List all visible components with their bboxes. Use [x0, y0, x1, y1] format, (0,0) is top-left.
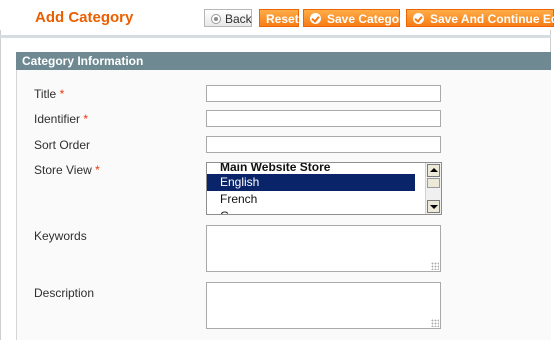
save-category-label: Save Category — [327, 12, 411, 26]
back-button-label: Back — [225, 12, 252, 26]
save-category-button[interactable]: Save Category — [303, 9, 410, 27]
title-label: Title * — [34, 87, 64, 101]
store-view-select[interactable]: Main Website Store English French G — [206, 162, 442, 215]
store-view-label-text: Store View — [34, 163, 92, 177]
back-button[interactable]: Back — [204, 9, 252, 27]
title-input[interactable] — [206, 85, 441, 102]
keywords-label: Keywords — [34, 229, 87, 243]
store-view-label: Store View * — [34, 163, 100, 177]
save-and-continue-button[interactable]: Save And Continue Edit — [406, 9, 554, 27]
back-circle-icon — [211, 13, 221, 24]
store-view-option-english[interactable]: English — [207, 174, 415, 191]
section-title: Category Information — [16, 52, 551, 70]
resize-grip-icon[interactable] — [431, 262, 439, 270]
store-view-group-label: Main Website Store — [220, 162, 331, 174]
required-marker: * — [95, 163, 100, 177]
scroll-thumb[interactable] — [427, 178, 440, 188]
title-label-text: Title — [34, 87, 57, 101]
save-and-continue-label: Save And Continue Edit — [430, 12, 554, 26]
sort-order-input[interactable] — [206, 136, 441, 153]
store-view-option-french[interactable]: French — [207, 191, 415, 208]
description-label-text: Description — [34, 286, 95, 300]
description-label: Description — [34, 286, 94, 300]
store-view-option-partial[interactable]: G — [207, 208, 415, 214]
identifier-label-text: Identifier — [34, 112, 81, 126]
reset-button[interactable]: Reset — [259, 9, 299, 27]
description-textarea[interactable] — [206, 282, 441, 329]
keywords-label-text: Keywords — [34, 229, 87, 243]
check-circle-icon — [413, 13, 424, 25]
required-marker: * — [59, 87, 65, 101]
sort-order-label: Sort Order — [34, 138, 90, 152]
identifier-label: Identifier * — [34, 112, 88, 126]
keywords-textarea[interactable] — [206, 225, 441, 272]
page-header: Add Category Back Reset Save Category Sa… — [0, 0, 554, 30]
header-divider — [0, 35, 551, 38]
reset-button-label: Reset — [266, 12, 299, 26]
check-circle-icon — [310, 13, 321, 25]
store-view-scrollbar[interactable] — [425, 163, 441, 214]
required-marker: * — [83, 112, 89, 126]
scroll-down-arrow-icon[interactable] — [427, 200, 440, 213]
page-title: Add Category — [35, 9, 134, 26]
resize-grip-icon[interactable] — [431, 319, 439, 327]
identifier-input[interactable] — [206, 110, 441, 127]
sort-order-label-text: Sort Order — [34, 138, 91, 152]
scroll-up-arrow-icon[interactable] — [427, 164, 440, 177]
